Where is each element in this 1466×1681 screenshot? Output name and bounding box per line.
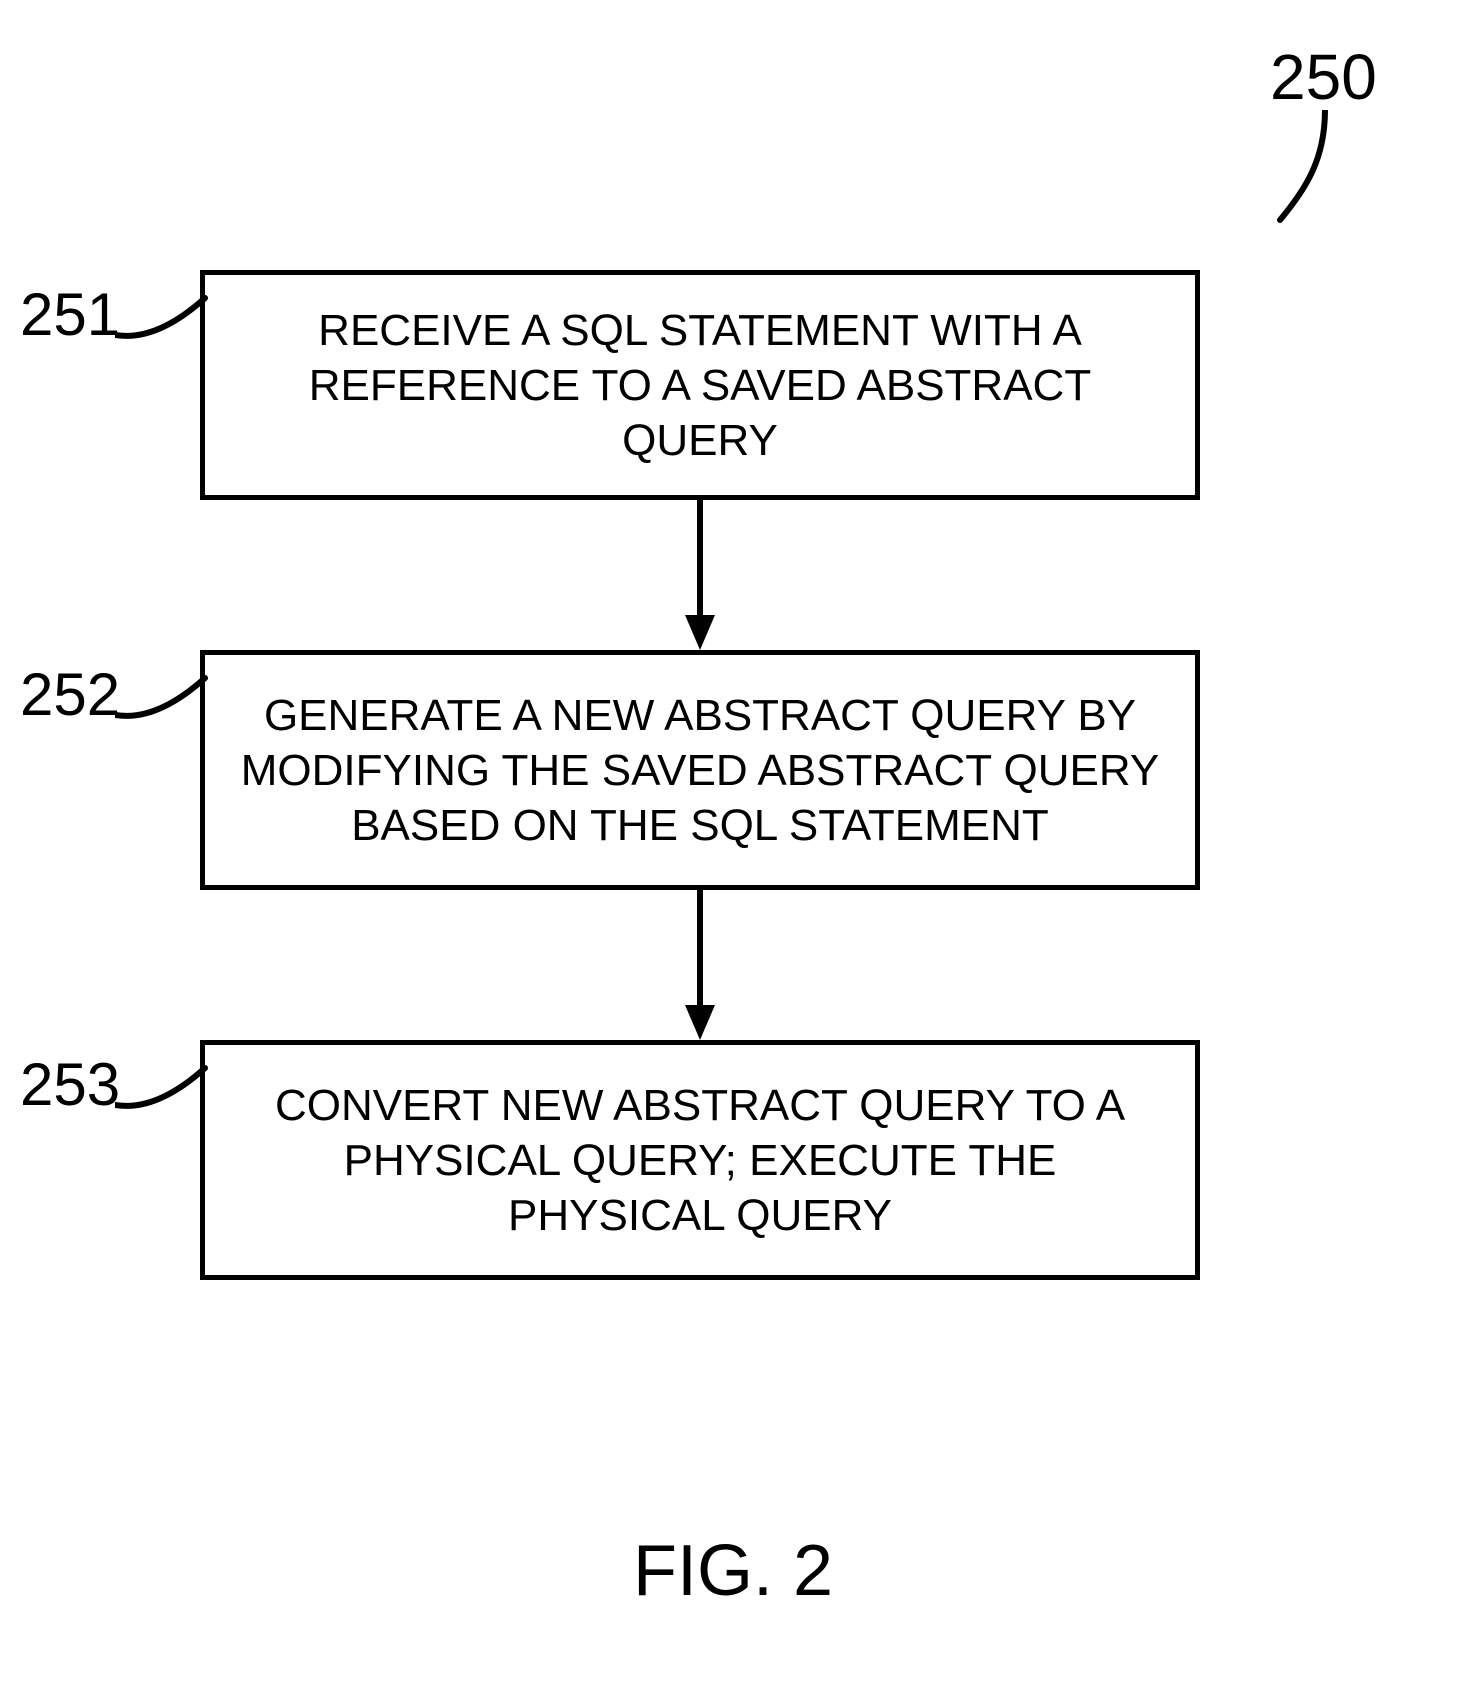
- figure-caption: FIG. 2: [0, 1530, 1466, 1612]
- flow-step-3: CONVERT NEW ABSTRACT QUERY TO A PHYSICAL…: [200, 1040, 1200, 1280]
- flow-step-2: GENERATE A NEW ABSTRACT QUERY BY MODIFYI…: [200, 650, 1200, 890]
- flow-step-1: RECEIVE A SQL STATEMENT WITH A REFERENCE…: [200, 270, 1200, 500]
- arrow-2-to-3: [680, 890, 720, 1040]
- step-1-ref: 251: [20, 280, 120, 349]
- step-3-ref-hook: [115, 1060, 210, 1130]
- figure-ref-label: 250: [1270, 40, 1377, 114]
- flow-step-2-text: GENERATE A NEW ABSTRACT QUERY BY MODIFYI…: [235, 688, 1165, 853]
- step-2-ref-hook: [115, 670, 210, 740]
- figure-ref-hook: [1270, 110, 1370, 230]
- arrow-1-to-2: [680, 500, 720, 650]
- figure-ref-text: 250: [1270, 41, 1377, 113]
- step-1-ref-hook: [115, 290, 210, 360]
- flowchart-figure: 250 RECEIVE A SQL STATEMENT WITH A REFER…: [0, 0, 1466, 1681]
- flow-step-1-text: RECEIVE A SQL STATEMENT WITH A REFERENCE…: [235, 303, 1165, 468]
- step-3-ref: 253: [20, 1050, 120, 1119]
- step-2-ref: 252: [20, 660, 120, 729]
- flow-step-3-text: CONVERT NEW ABSTRACT QUERY TO A PHYSICAL…: [235, 1078, 1165, 1243]
